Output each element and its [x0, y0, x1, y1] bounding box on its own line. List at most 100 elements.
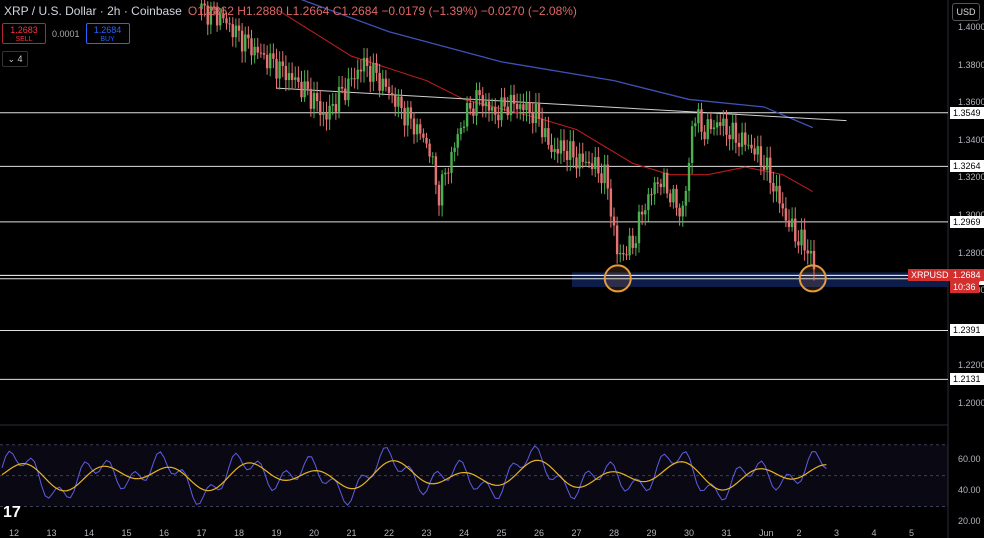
price-chart[interactable] [0, 0, 984, 538]
time-tick: 4 [871, 528, 877, 538]
candle-body [556, 149, 559, 154]
candle-body [375, 62, 378, 73]
ohlc-close: C1.2684 [332, 4, 379, 18]
candle-body [425, 137, 428, 144]
candle-body [450, 151, 453, 173]
candle-body [678, 207, 681, 217]
ohlc-high: H1.2880 [237, 4, 283, 18]
price-tick: 1.3200 [958, 172, 984, 183]
candle-body [609, 188, 613, 217]
ohlc-readout: O1.2862 H1.2880 L1.2664 C1.2684 −0.0179 … [188, 4, 577, 18]
candle-body [597, 157, 600, 174]
rsi-tick: 40.00 [958, 485, 981, 496]
time-tick: 3 [834, 528, 840, 538]
ma-fast-line [276, 8, 814, 193]
candle-body [344, 88, 347, 101]
indicators-toggle[interactable]: ⌄ 4 [2, 51, 28, 67]
candle-body [300, 81, 303, 98]
candle-body [594, 157, 597, 170]
candle-body [340, 86, 344, 89]
candle-body [369, 66, 372, 82]
candle-body [709, 119, 713, 130]
candle-body [578, 153, 581, 169]
sell-price: 1.2683 [10, 25, 38, 35]
candle-body [600, 173, 603, 184]
candle-body [522, 104, 525, 111]
spread-value: 0.0001 [52, 28, 80, 39]
candle-body [784, 208, 788, 221]
level-price-tag: 1.2131 [950, 373, 984, 386]
candle-body [525, 102, 528, 111]
candle-body [675, 188, 678, 208]
candle-body [434, 156, 438, 185]
candle-body [737, 142, 741, 147]
time-tick: 31 [721, 528, 732, 538]
candle-body [550, 144, 553, 152]
highlight-circle-1 [798, 264, 827, 293]
ohlc-open: O1.2862 [187, 4, 234, 18]
time-tick: 16 [159, 528, 170, 538]
chart-header: XRP / U.S. Dollar · 2h · Coinbase O1.286… [0, 0, 577, 22]
candle-body [772, 182, 775, 192]
candle-body [490, 107, 494, 111]
candle-body [690, 126, 694, 163]
candle-body [303, 81, 306, 98]
time-tick: 2 [796, 528, 802, 538]
candle-body [272, 53, 275, 59]
candle-body [481, 95, 484, 107]
candle-body [394, 95, 397, 107]
candle-body [378, 72, 381, 91]
candle-body [412, 118, 416, 135]
candle-body [719, 122, 722, 126]
time-tick: 23 [421, 528, 432, 538]
candle-body [244, 34, 247, 52]
symbol-title[interactable]: XRP / U.S. Dollar · 2h · Coinbase [4, 4, 182, 18]
candle-body [406, 107, 409, 126]
candle-body [512, 94, 516, 104]
time-tick: 29 [646, 528, 657, 538]
rsi-tick: 20.00 [958, 516, 981, 526]
candle-body [390, 93, 394, 96]
candle-body [544, 128, 547, 138]
candle-body [465, 102, 469, 127]
candle-body [528, 102, 531, 113]
candle-body [540, 118, 544, 138]
candle-body [365, 58, 369, 67]
candle-body [312, 93, 316, 109]
candle-body [631, 235, 634, 248]
time-tick: 18 [234, 528, 245, 538]
time-tick: 22 [384, 528, 395, 538]
candle-body [575, 157, 578, 169]
candle-body [553, 149, 556, 152]
candle-body [319, 101, 322, 116]
candle-body [722, 118, 725, 126]
candle-body [259, 52, 263, 54]
candle-body [778, 185, 781, 204]
candle-body [372, 62, 375, 82]
candle-body [362, 58, 366, 72]
candle-body [669, 193, 672, 203]
candle-body [637, 211, 641, 244]
time-tick: 30 [684, 528, 695, 538]
candle-body [753, 148, 756, 155]
time-tick: 26 [534, 528, 545, 538]
candle-body [359, 69, 363, 72]
candle-body [806, 250, 809, 254]
buy-button[interactable]: 1.2684 BUY [85, 23, 130, 44]
candle-body [428, 143, 431, 157]
currency-selector[interactable]: USD [952, 3, 980, 21]
candle-body [322, 113, 325, 116]
candle-body [712, 127, 716, 130]
candle-body [659, 183, 663, 188]
candle-body [800, 229, 803, 246]
time-tick: 20 [309, 528, 320, 538]
candle-body [509, 94, 513, 116]
candle-body [431, 156, 434, 158]
sell-label: SELL [15, 36, 33, 43]
sell-button[interactable]: 1.2683 SELL [2, 23, 46, 44]
candle-body [634, 243, 638, 248]
candle-body [584, 161, 588, 163]
candle-body [262, 53, 266, 55]
candle-body [697, 109, 700, 124]
candle-body [619, 252, 622, 255]
